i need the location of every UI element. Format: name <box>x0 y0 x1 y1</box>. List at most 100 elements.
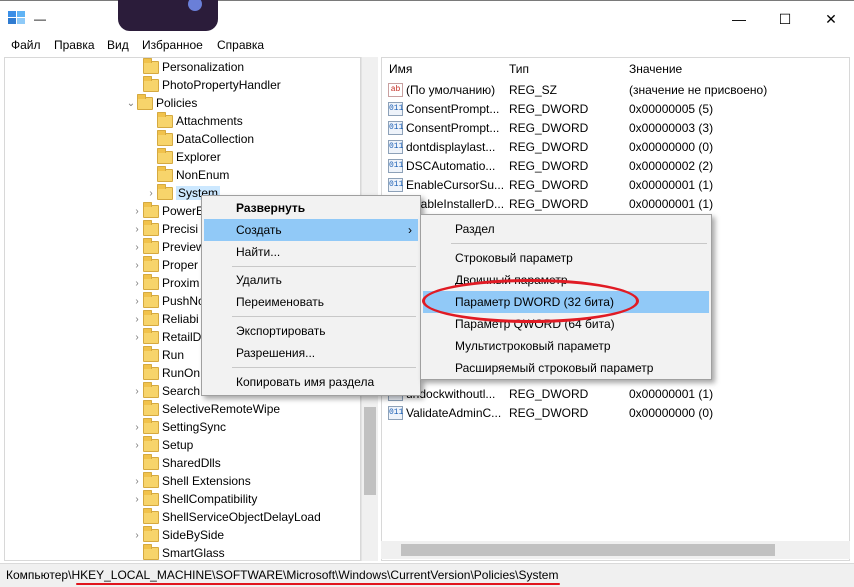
tree-scroll-thumb[interactable] <box>364 407 376 495</box>
list-scroll-thumb[interactable] <box>401 544 775 556</box>
expand-chevron-icon[interactable]: › <box>131 476 143 487</box>
tree-item[interactable]: RunOn <box>131 363 201 382</box>
tree-item[interactable]: › ShellCompatibility <box>131 489 257 508</box>
expand-chevron-icon[interactable]: › <box>131 242 143 253</box>
tree-item[interactable]: › Setup <box>131 435 193 454</box>
tree-item[interactable]: SmartGlass <box>131 543 225 560</box>
tree-item-label: SettingSync <box>162 420 227 434</box>
folder-icon <box>157 129 173 146</box>
tree-item[interactable]: ShellServiceObjectDelayLoad <box>131 507 321 526</box>
new-expandable-string-value[interactable]: Расширяемый строковый параметр <box>423 357 709 379</box>
tree-item[interactable]: › Proxim <box>131 273 200 292</box>
column-header-type[interactable]: Тип <box>509 62 529 78</box>
tree-item-label: Proxim <box>162 276 200 290</box>
folder-icon <box>143 471 159 488</box>
minimize-button[interactable]: — <box>716 1 762 37</box>
window-title: — <box>34 12 46 26</box>
tree-item[interactable]: Personalization <box>131 58 244 76</box>
value-type: REG_DWORD <box>509 178 589 192</box>
close-button[interactable]: ✕ <box>808 1 854 37</box>
context-export[interactable]: Экспортировать <box>204 320 418 342</box>
expand-chevron-icon[interactable]: › <box>131 332 143 343</box>
tree-item[interactable]: › PushNo <box>131 291 205 310</box>
expand-chevron-icon[interactable]: › <box>131 440 143 451</box>
tree-item[interactable]: ⌄ Policies <box>125 93 197 112</box>
tree-item[interactable]: › Preview <box>131 237 205 256</box>
expand-chevron-icon[interactable]: › <box>131 260 143 271</box>
tree-item[interactable]: › Proper <box>131 255 198 274</box>
folder-icon <box>143 435 159 452</box>
context-expand[interactable]: Развернуть <box>204 197 418 219</box>
expand-chevron-icon[interactable]: › <box>131 494 143 505</box>
new-string-value[interactable]: Строковый параметр <box>423 247 709 269</box>
tree-item[interactable]: SelectiveRemoteWipe <box>131 399 280 418</box>
value-row[interactable]: 011EnableInstallerD...REG_DWORD0x0000000… <box>382 195 849 214</box>
context-create[interactable]: Создать › <box>204 219 418 241</box>
context-delete[interactable]: Удалить <box>204 269 418 291</box>
tree-item[interactable]: SharedDlls <box>131 453 221 472</box>
maximize-button[interactable]: ☐ <box>762 1 808 37</box>
tree-item-label: SmartGlass <box>162 546 225 560</box>
value-row[interactable]: 011 DSCAutomatio... REG_DWORD 0x00000002 (2… <box>382 157 849 176</box>
expand-chevron-icon[interactable]: › <box>131 278 143 289</box>
menu-file[interactable]: Файл <box>11 38 41 52</box>
expand-chevron-icon[interactable]: › <box>131 530 143 541</box>
menu-favorites[interactable]: Избранное <box>142 38 203 52</box>
tree-item-label: RunOn <box>162 366 201 380</box>
menu-edit[interactable]: Правка <box>54 38 95 52</box>
expand-chevron-icon[interactable]: › <box>131 314 143 325</box>
context-rename[interactable]: Переименовать <box>204 291 418 313</box>
value-type: REG_DWORD <box>509 406 589 420</box>
value-row[interactable]: ab (По умолчанию) REG_SZ (значение не присв… <box>382 81 849 100</box>
list-horizontal-scrollbar[interactable] <box>381 541 850 559</box>
context-menu: Развернуть Создать › Найти... Удалить Пер… <box>201 195 421 396</box>
tree-item[interactable]: › SideBySide <box>131 525 224 544</box>
expand-chevron-icon[interactable]: › <box>131 224 143 235</box>
tree-item[interactable]: PhotoPropertyHandler <box>131 75 281 94</box>
red-circle-annotation <box>422 279 639 323</box>
context-copy-key-name[interactable]: Копировать имя раздела <box>204 371 418 393</box>
expand-chevron-icon[interactable]: › <box>145 188 157 199</box>
value-row[interactable]: 011 ConsentPrompt... REG_DWORD 0x00000005 (… <box>382 100 849 119</box>
expand-chevron-icon[interactable]: › <box>131 386 143 397</box>
tree-item[interactable]: › RetailD <box>131 327 201 346</box>
tree-item[interactable]: › Search <box>131 381 201 400</box>
value-row[interactable]: 011undockwithoutl...REG_DWORD0x00000001 … <box>382 385 849 404</box>
tree-item[interactable]: › Reliabi <box>131 309 199 328</box>
new-multi-string-value[interactable]: Мультистроковый параметр <box>423 335 709 357</box>
expand-chevron-icon[interactable]: ⌄ <box>125 98 137 109</box>
tree-item[interactable]: › Precisi <box>131 219 199 238</box>
context-find[interactable]: Найти... <box>204 241 418 263</box>
tree-item-label: Shell Extensions <box>162 474 251 488</box>
current-key-path[interactable]: Компьютер\HKEY_LOCAL_MACHINE\SOFTWARE\Mi… <box>6 568 558 582</box>
value-data: 0x00000000 (0) <box>629 406 714 420</box>
expand-chevron-icon[interactable]: › <box>131 422 143 433</box>
column-header-name[interactable]: Имя <box>389 62 412 78</box>
expand-chevron-icon[interactable]: › <box>131 206 143 217</box>
tree-item[interactable]: DataCollection <box>145 129 254 148</box>
folder-icon <box>157 147 173 164</box>
tree-item[interactable]: Run <box>131 345 184 364</box>
new-key[interactable]: Раздел <box>423 218 709 240</box>
tree-item[interactable]: › SettingSync <box>131 417 227 436</box>
binary-value-icon: 011 <box>388 102 403 116</box>
value-row[interactable]: 011 EnableCursorSu... REG_DWORD 0x00000001 … <box>382 176 849 195</box>
tree-item[interactable]: NonEnum <box>145 165 229 184</box>
context-permissions[interactable]: Разрешения... <box>204 342 418 364</box>
tree-item-label: Reliabi <box>162 312 199 326</box>
tree-item-label: Precisi <box>162 222 199 236</box>
menu-help[interactable]: Справка <box>217 38 264 52</box>
tree-item[interactable]: Attachments <box>145 111 243 130</box>
tree-item[interactable]: Explorer <box>145 147 221 166</box>
tree-item-label: Search <box>162 384 201 398</box>
expand-chevron-icon[interactable]: › <box>131 296 143 307</box>
value-row[interactable]: 011 dontdisplaylast... REG_DWORD 0x00000000… <box>382 138 849 157</box>
tree-item[interactable]: › PowerE <box>131 201 204 220</box>
tree-item-label: SharedDlls <box>162 456 221 470</box>
value-row[interactable]: 011 ValidateAdminC... REG_DWORD 0x00000000 … <box>382 404 849 423</box>
tree-item[interactable]: › Shell Extensions <box>131 471 251 490</box>
menu-view[interactable]: Вид <box>107 38 129 52</box>
value-row[interactable]: 011 ConsentPrompt... REG_DWORD 0x00000003 (… <box>382 119 849 138</box>
column-header-value[interactable]: Значение <box>629 62 682 78</box>
registry-editor-icon <box>8 10 26 26</box>
